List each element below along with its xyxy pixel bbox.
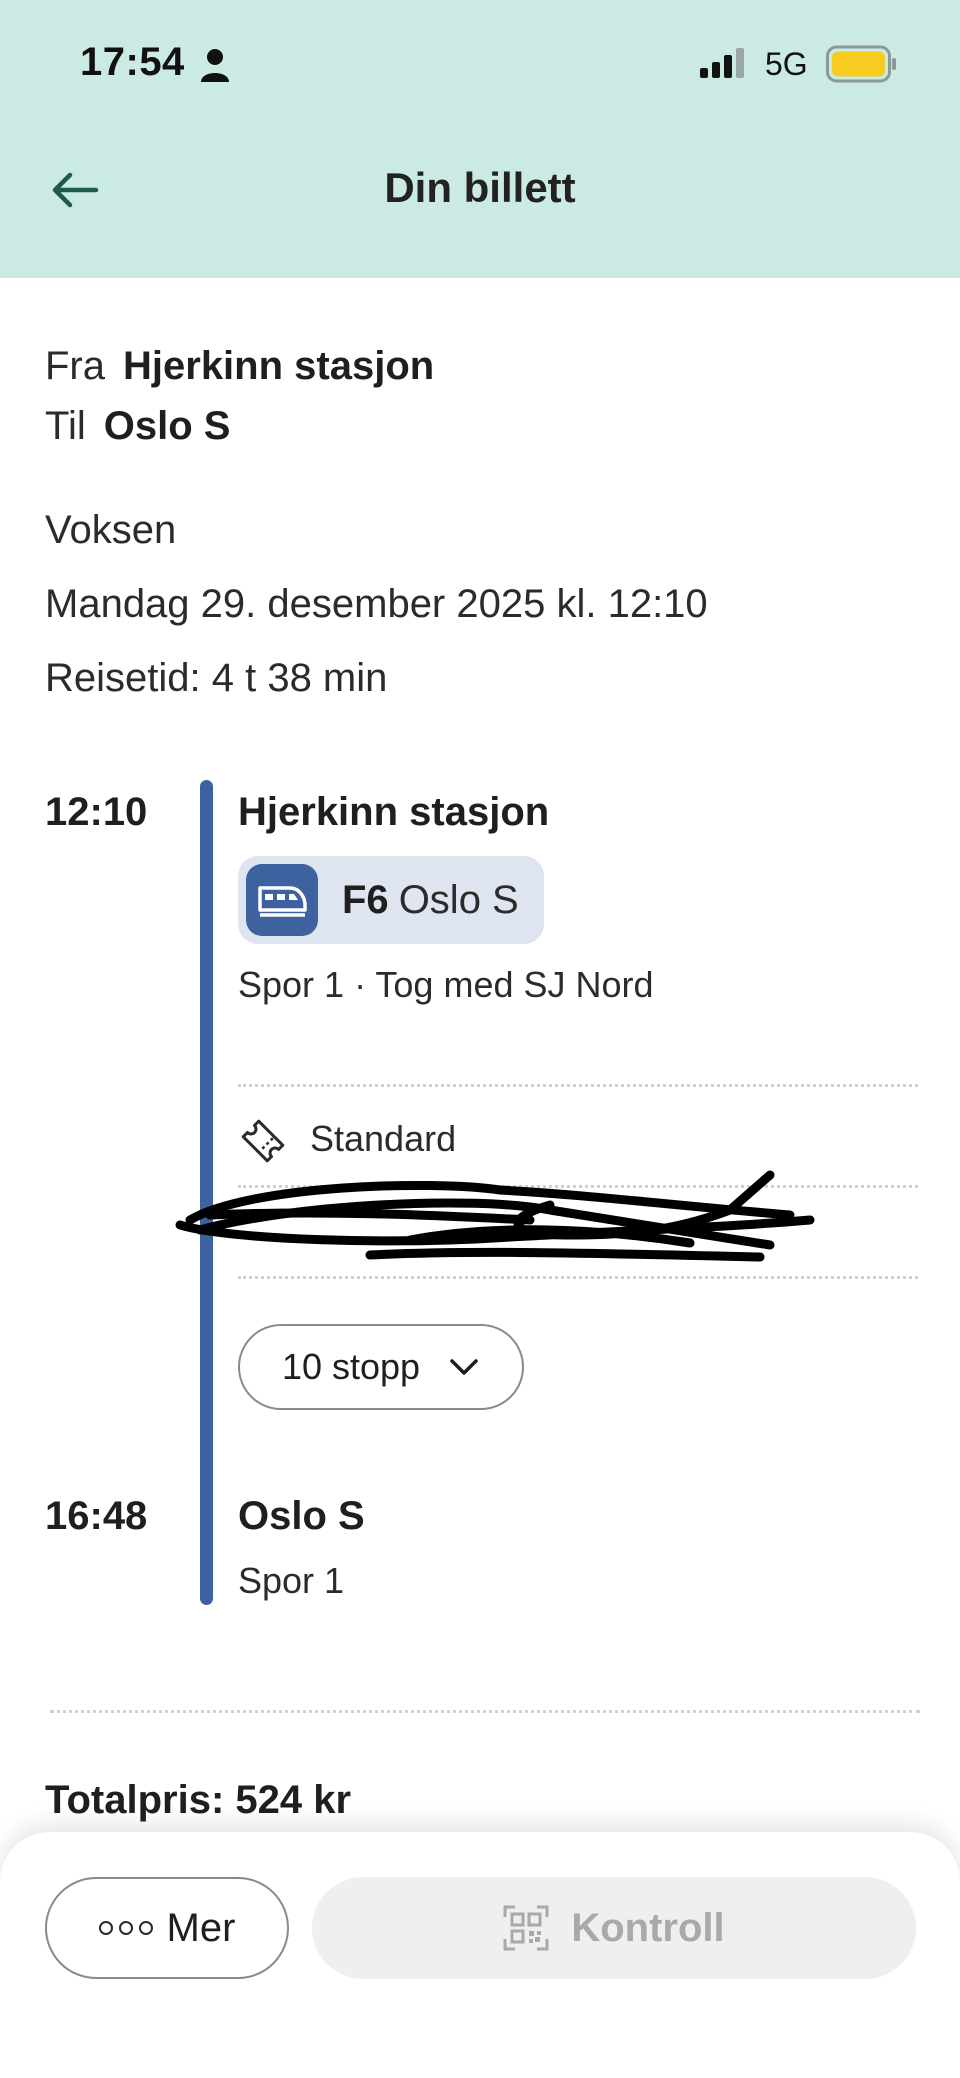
- train-icon: [258, 886, 307, 917]
- signal-icon: [700, 48, 744, 78]
- to-station: Oslo S: [103, 404, 231, 448]
- divider: [238, 1276, 918, 1279]
- line-destination: Oslo S: [398, 877, 519, 922]
- line-badge: F6 Oslo S: [238, 856, 544, 944]
- travel-date: Mandag 29. desember 2025 kl. 12:10: [45, 582, 708, 626]
- total-price: Totalpris: 524 kr: [45, 1778, 352, 1822]
- to-row: Til Oslo S: [45, 404, 230, 449]
- from-station: Hjerkinn stasjon: [123, 344, 435, 388]
- to-label: Til: [45, 404, 86, 448]
- train-icon-badge: [246, 864, 318, 936]
- more-button[interactable]: Mer: [45, 1877, 289, 1979]
- passenger-type: Voksen: [45, 508, 177, 552]
- control-label: Kontroll: [571, 1905, 725, 1950]
- ticket-icon: [241, 1119, 285, 1163]
- chevron-down-icon: [450, 1359, 478, 1375]
- stops-toggle-button[interactable]: 10 stopp: [238, 1324, 524, 1410]
- battery-icon: [826, 45, 896, 83]
- travel-time: Reisetid: 4 t 38 min: [45, 656, 388, 700]
- ticket-class: Standard: [310, 1118, 457, 1159]
- arrival-platform: Spor 1: [238, 1560, 345, 1601]
- line-code: F6: [342, 877, 389, 922]
- person-icon: [201, 49, 229, 82]
- from-row: Fra Hjerkinn stasjon: [45, 344, 434, 389]
- redaction-scribble: [175, 1170, 815, 1262]
- page-title: Din billett: [384, 164, 576, 211]
- network-label: 5G: [765, 46, 808, 82]
- control-button[interactable]: Kontroll: [312, 1877, 916, 1979]
- status-time: 17:54: [80, 40, 185, 84]
- divider: [50, 1710, 920, 1713]
- departure-station: Hjerkinn stasjon: [238, 790, 550, 834]
- departure-time: 12:10: [45, 790, 148, 834]
- arrival-time: 16:48: [45, 1494, 148, 1538]
- arrival-station: Oslo S: [238, 1494, 365, 1538]
- divider: [238, 1084, 918, 1087]
- more-label: Mer: [166, 1905, 236, 1950]
- top-header: 17:54 5G Din billett: [0, 0, 960, 278]
- departure-details: Spor 1 · Tog med SJ Nord: [238, 964, 654, 1005]
- stops-label: 10 stopp: [281, 1346, 421, 1387]
- from-label: Fra: [45, 344, 105, 388]
- more-dots-icon: [98, 1921, 153, 1935]
- qr-code-icon: [503, 1905, 549, 1951]
